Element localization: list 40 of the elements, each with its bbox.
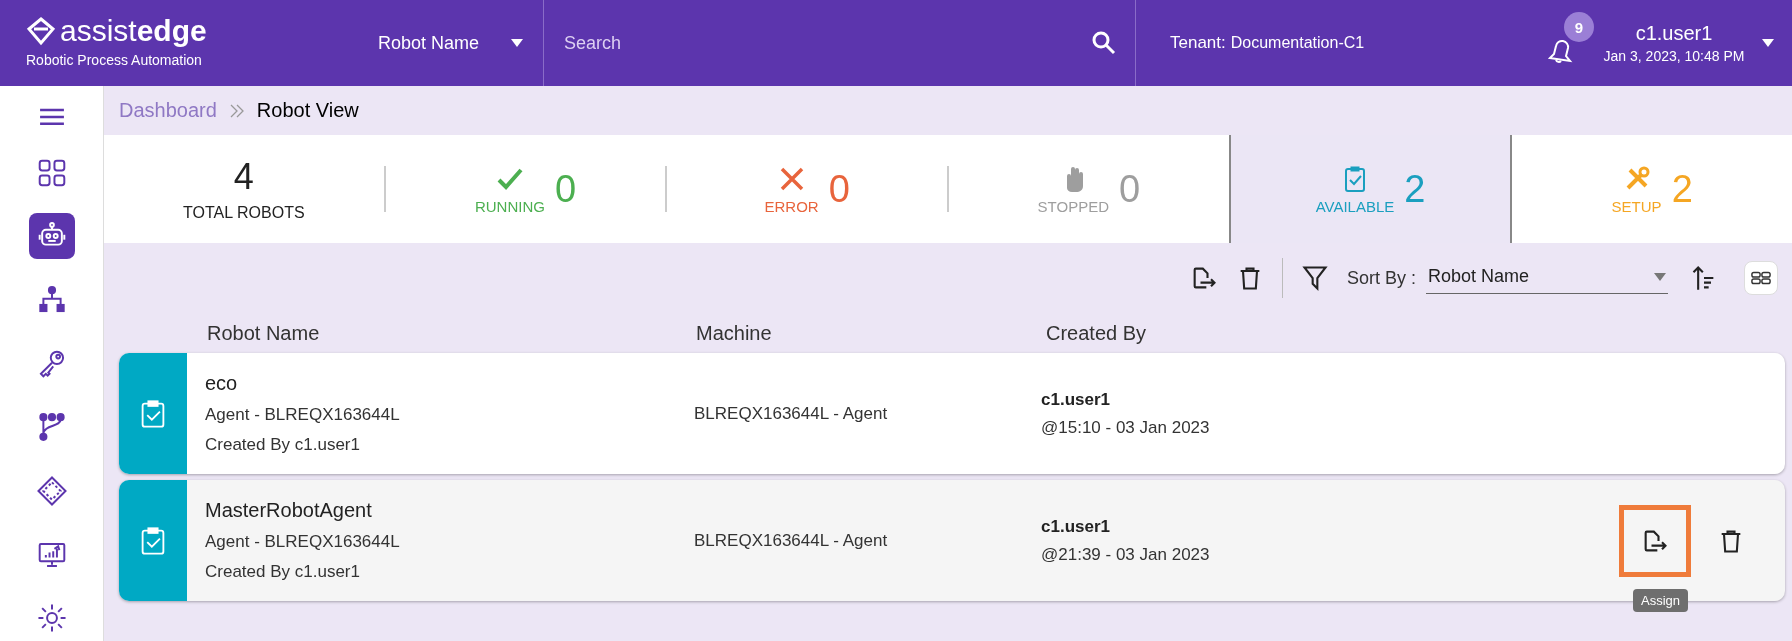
created-time: @15:10 - 03 Jan 2023 <box>1041 417 1211 438</box>
agent-text: Agent - BLREQX163644L <box>205 405 401 425</box>
robot-name: eco <box>205 372 239 395</box>
search-icon[interactable] <box>1091 30 1117 56</box>
sort-label: Sort By : <box>1346 267 1416 289</box>
tenant-label: Tenant: <box>1170 33 1226 53</box>
current-datetime: Jan 3, 2023, 10:48 PM <box>1603 48 1745 64</box>
logo-icon <box>26 16 56 46</box>
sidebar-nav-icon[interactable] <box>28 213 75 260</box>
creator-name: c1.user1 <box>1041 516 1111 537</box>
robot-card[interactable]: eco Agent - BLREQX163644L Created By c1.user1 BLREQX163644L - Agent c1.user1 @15:10 - 03 Jan 2023 <box>119 353 1785 474</box>
caret-icon <box>511 39 523 47</box>
creator-name: c1.user1 <box>1041 389 1111 410</box>
grid-view-icon <box>1751 271 1771 285</box>
machine-cell-text: BLREQX163644L - Agent <box>694 530 889 551</box>
tenant-name: Documentation-C1 <box>1230 34 1365 52</box>
caret-icon <box>1654 272 1666 281</box>
column-header[interactable]: Machine <box>696 321 1046 345</box>
chevron-icon <box>228 102 245 119</box>
notification-badge: 9 <box>1564 12 1594 42</box>
column-header[interactable]: Created By <box>1046 321 1792 345</box>
view-toggle-button[interactable] <box>1744 261 1778 295</box>
tooltip: Assign <box>1633 588 1689 612</box>
logo-tagline: Robotic Process Automation <box>26 52 203 68</box>
search-scope-dropdown[interactable]: Robot Name <box>330 0 544 86</box>
created-by-text: Created By c1.user1 <box>205 562 361 582</box>
column-header[interactable]: Robot Name <box>207 321 696 345</box>
created-by-text: Created By c1.user1 <box>205 435 361 455</box>
created-time: @21:39 - 03 Jan 2023 <box>1041 544 1211 565</box>
search-field[interactable]: Search <box>562 31 1091 55</box>
machine-cell-text: BLREQX163644L - Agent <box>694 403 889 424</box>
breadcrumb-current: Robot View <box>256 99 359 122</box>
filter-icon <box>1300 264 1329 292</box>
sort-dropdown[interactable]: Robot Name <box>1426 262 1668 294</box>
agent-text: Agent - BLREQX163644L <box>205 532 401 552</box>
user-name: c1.user1 <box>1635 22 1713 45</box>
user-menu-caret-icon[interactable] <box>1762 39 1774 47</box>
assign-button[interactable] <box>1619 504 1691 577</box>
robot-name: MasterRobotAgent <box>205 499 373 522</box>
logo-text: assistedge <box>60 14 207 48</box>
